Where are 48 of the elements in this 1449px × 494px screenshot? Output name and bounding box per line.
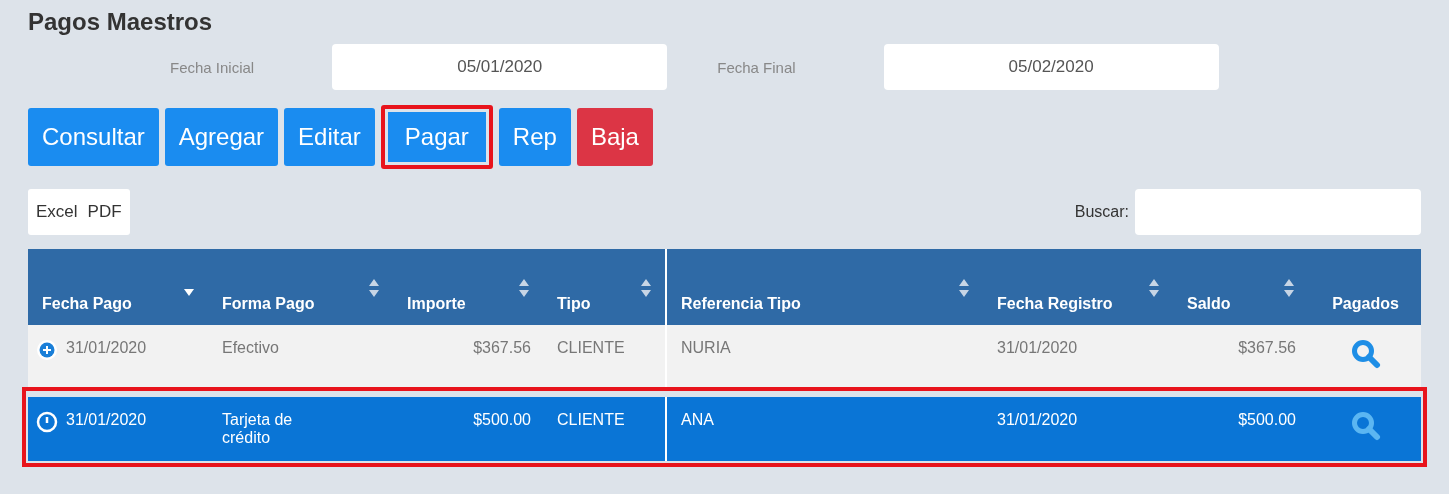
sort-icon[interactable] [369, 279, 379, 297]
column-header[interactable]: Importe [393, 249, 543, 325]
column-header[interactable]: Referencia Tipo [666, 249, 983, 325]
table-cell: Efectivo [222, 339, 279, 357]
action-button[interactable]: Agregar [164, 108, 279, 166]
table-cell-text: Tarjeta de crédito [222, 411, 294, 447]
column-header[interactable]: Tipo [543, 249, 666, 325]
table-cell: $500.00 [473, 411, 531, 429]
action-button[interactable]: Editar [284, 108, 375, 166]
table-cell: CLIENTE [557, 411, 625, 429]
table-cell: $367.56 [1238, 339, 1296, 357]
sort-icon[interactable] [641, 279, 651, 297]
column-header[interactable]: Forma Pago [208, 249, 393, 325]
action-button[interactable]: Rep [498, 108, 571, 166]
page-title: Pagos Maestros [28, 8, 214, 36]
sort-icon[interactable] [1284, 279, 1294, 297]
column-header[interactable]: Fecha Pago [28, 249, 208, 325]
export-button[interactable]: PDF [87, 202, 122, 222]
sort-icon[interactable] [1149, 279, 1159, 297]
table-cell: NURIA [681, 339, 731, 357]
table-cell: 31/01/2020 [66, 411, 147, 429]
sort-icon[interactable] [519, 279, 529, 297]
delete-button[interactable]: Baja [576, 108, 653, 166]
table-cell: 31/01/2020 [66, 339, 147, 357]
table-cell: ANA [681, 411, 714, 429]
column-header[interactable]: Fecha Registro [983, 249, 1173, 325]
table-cell: CLIENTE [557, 339, 625, 357]
date-field[interactable]: 05/01/2020 [332, 44, 668, 90]
search-icon[interactable] [1350, 339, 1381, 369]
date-field[interactable]: 05/02/2020 [883, 44, 1219, 90]
sort-icon[interactable] [959, 279, 969, 297]
table-cell: 31/01/2020 [997, 411, 1078, 429]
column-header[interactable]: Saldo [1173, 249, 1308, 325]
table-cell: $500.00 [1238, 411, 1296, 429]
column-header[interactable]: Pagados [1308, 249, 1421, 325]
action-button[interactable]: Pagar [380, 105, 493, 169]
date-label: Fecha Final [717, 58, 796, 76]
table-cell: $367.56 [473, 339, 531, 357]
expand-icon[interactable] [36, 339, 58, 361]
sort-descending-icon[interactable] [184, 289, 194, 297]
search-label: Buscar: [1074, 203, 1129, 221]
export-button[interactable]: Excel [36, 202, 78, 222]
search-icon[interactable] [1350, 411, 1381, 441]
date-label: Fecha Inicial [170, 58, 255, 76]
table-cell: 31/01/2020 [997, 339, 1078, 357]
search-field[interactable] [1135, 189, 1421, 235]
collapse-icon[interactable] [36, 411, 58, 433]
action-button[interactable]: Consultar [28, 108, 159, 166]
